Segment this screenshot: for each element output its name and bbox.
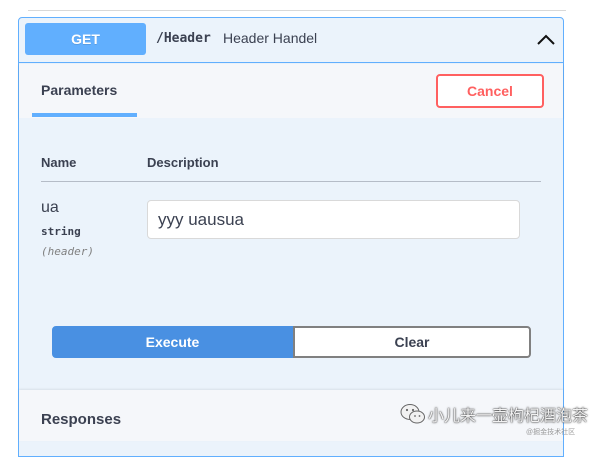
- chevron-up-icon[interactable]: [535, 29, 557, 51]
- execute-button-group: Execute Clear: [52, 326, 531, 358]
- parameters-header: Parameters Cancel: [19, 64, 563, 118]
- cancel-button[interactable]: Cancel: [436, 74, 544, 108]
- wechat-icon: [400, 403, 426, 425]
- method-badge: GET: [25, 23, 146, 55]
- operation-summary[interactable]: GET /Header Header Handel: [18, 17, 564, 63]
- column-header-description: Description: [147, 155, 219, 170]
- parameter-type: string: [41, 225, 81, 238]
- column-header-name: Name: [41, 155, 77, 170]
- execute-button[interactable]: Execute: [52, 326, 293, 358]
- operation-description: Header Handel: [223, 30, 318, 46]
- parameter-name: ua: [41, 199, 59, 216]
- operation-path: /Header: [156, 31, 211, 46]
- parameter-location: (header): [41, 245, 94, 258]
- watermark-subtext: @掘金技术社区: [526, 429, 576, 436]
- table-header-divider: [41, 181, 541, 182]
- watermark-text: 小儿来一壶枸杞酒泡茶: [428, 408, 589, 425]
- tab-active-indicator: [32, 113, 137, 117]
- parameter-ua-input[interactable]: yyy uausua: [147, 200, 520, 239]
- top-divider: [28, 10, 566, 11]
- tab-parameters[interactable]: Parameters: [41, 82, 117, 98]
- clear-button[interactable]: Clear: [293, 326, 531, 358]
- responses-title: Responses: [41, 411, 122, 428]
- watermark: 小儿来一壶枸杞酒泡茶 @掘金技术社区: [400, 400, 596, 436]
